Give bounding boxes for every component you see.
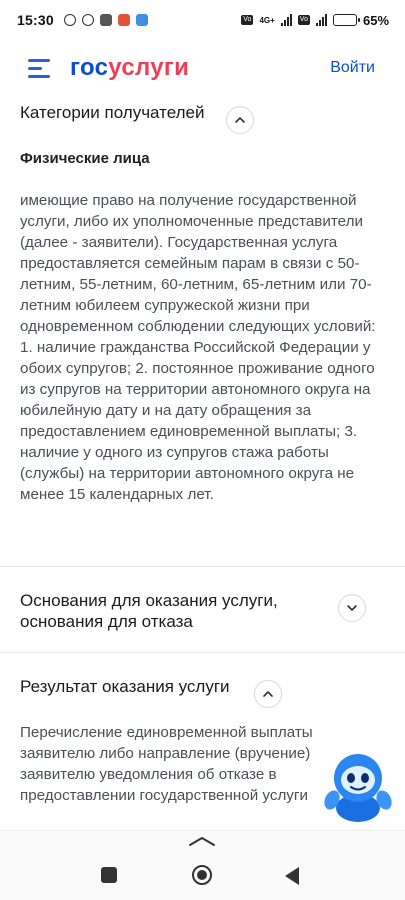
- app-notification-icon: [117, 14, 130, 26]
- grounds-title-line2: основания для отказа: [20, 612, 193, 631]
- chevron-up-icon-3[interactable]: [188, 835, 216, 847]
- result-collapse-button[interactable]: [254, 680, 282, 708]
- grounds-expand-button[interactable]: [338, 594, 366, 622]
- signal-icon-2: [315, 14, 327, 26]
- recipients-section-title[interactable]: Категории получателей: [20, 102, 205, 123]
- grounds-section-title[interactable]: Основания для оказания услуги, основания…: [20, 590, 278, 632]
- gosuslugi-logo[interactable]: госуслуги: [70, 54, 189, 82]
- volte-icon: Vo: [241, 15, 254, 25]
- recipients-collapse-button[interactable]: [226, 106, 254, 134]
- section-divider-2: [0, 652, 405, 653]
- chevron-down-icon: [347, 605, 357, 611]
- recipients-subheading: Физические лица: [20, 150, 150, 167]
- signal-icon: [280, 14, 292, 26]
- recent-apps-button[interactable]: [101, 867, 117, 883]
- login-button[interactable]: Войти: [330, 59, 375, 77]
- system-indicators: Vo 4G+ Vo 65%: [241, 13, 389, 28]
- hamburger-icon[interactable]: [28, 59, 52, 78]
- notification-icons: [63, 14, 148, 26]
- back-button[interactable]: [285, 867, 299, 885]
- nfc-icon: [99, 14, 112, 26]
- app-header: госуслуги Войти: [0, 40, 405, 96]
- chevron-up-icon-2: [263, 691, 273, 697]
- home-button[interactable]: [192, 865, 212, 885]
- recipients-description: имеющие право на получение государственн…: [20, 192, 376, 503]
- service-details: Категории получателей Физические лица им…: [0, 96, 405, 830]
- alarm-icon: [63, 14, 76, 26]
- timer-icon: [81, 14, 94, 26]
- system-navigation-bar: [0, 830, 405, 900]
- battery-icon: [332, 14, 360, 26]
- section-divider: [0, 566, 405, 567]
- volte-icon-2: Vo: [297, 15, 310, 25]
- battery-percent: 65%: [362, 12, 389, 28]
- network-type: 4G+: [259, 15, 275, 25]
- robot-assistant-icon[interactable]: [318, 748, 396, 824]
- chevron-up-icon: [235, 117, 245, 123]
- result-section-title[interactable]: Результат оказания услуги: [20, 676, 230, 697]
- upload-icon: [135, 14, 148, 26]
- status-time: 15:30: [17, 12, 54, 28]
- grounds-title-line1: Основания для оказания услуги,: [20, 591, 278, 610]
- status-bar: 15:30 Vo 4G+ Vo 65%: [0, 0, 405, 40]
